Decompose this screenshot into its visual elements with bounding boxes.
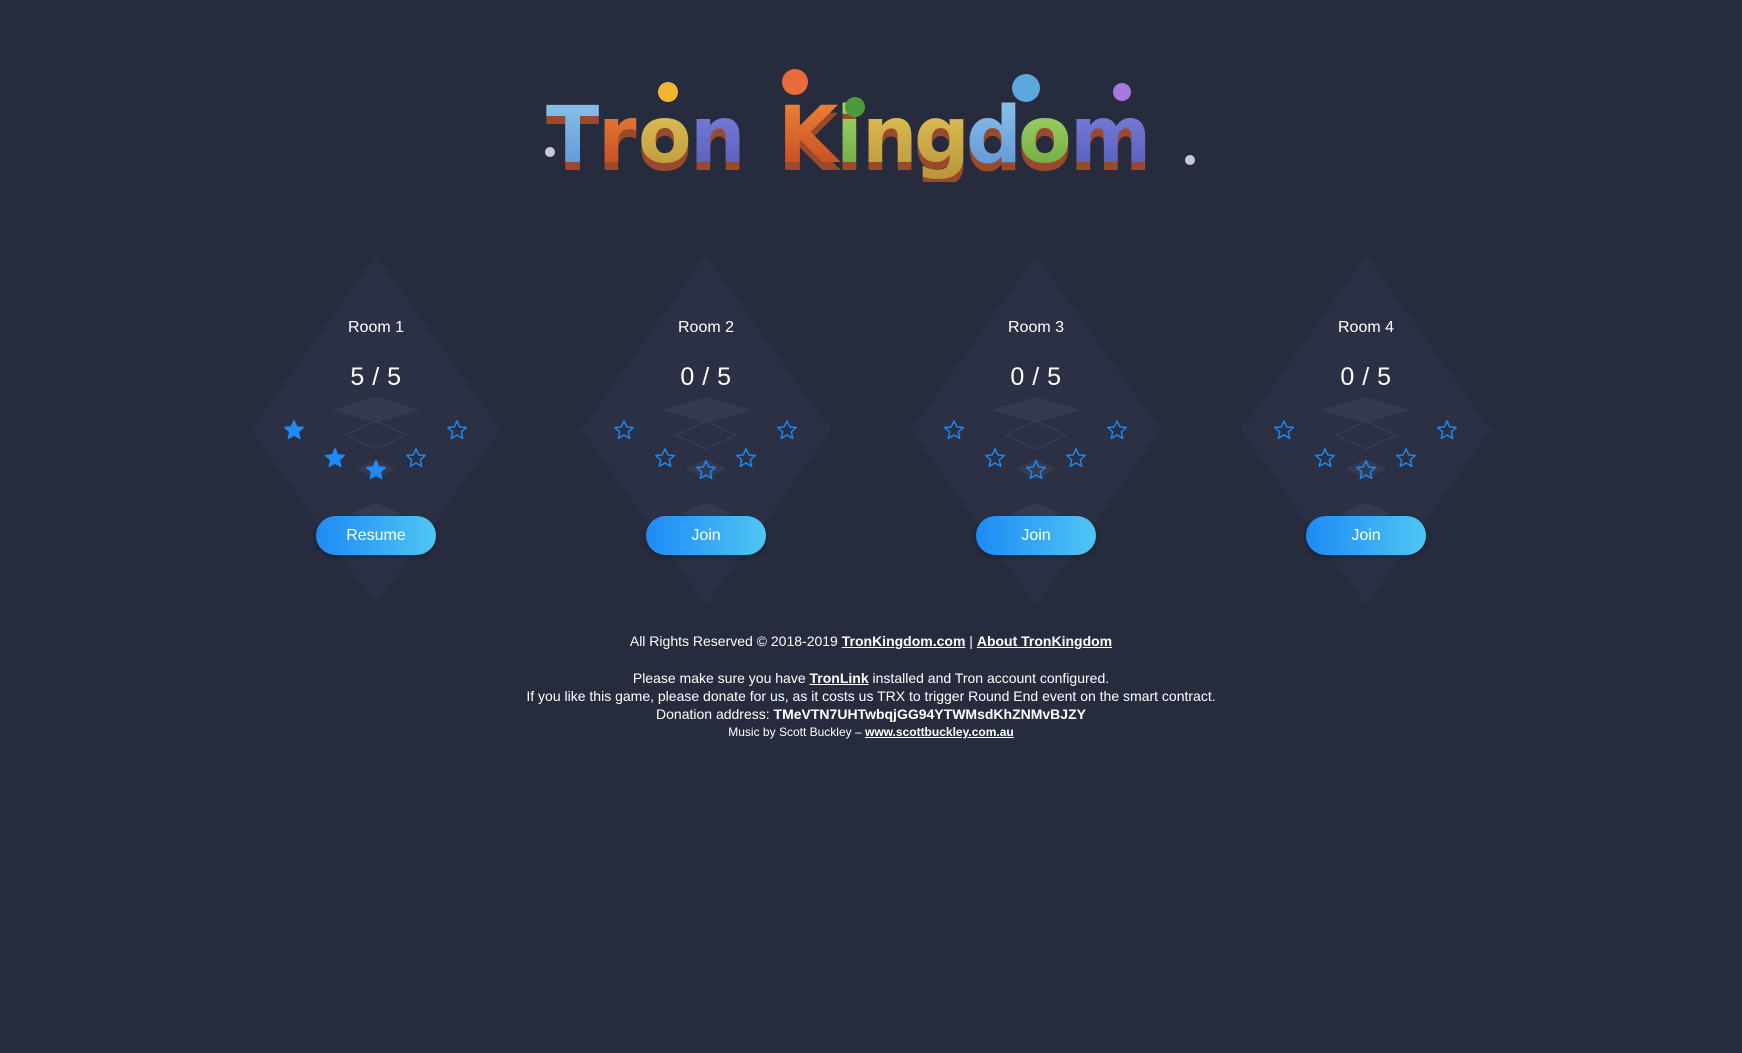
donate-text: If you like this game, please donate for… — [526, 688, 1216, 704]
room-title: Room 3 — [1007, 319, 1065, 336]
player-slot-star-icon — [283, 419, 305, 441]
player-slot-star-icon — [943, 419, 965, 441]
room-title: Room 1 — [347, 319, 405, 336]
player-slot-star-icon — [1106, 419, 1128, 441]
footer-info: Please make sure you have TronLink insta… — [0, 669, 1742, 741]
player-slot-star-icon — [365, 459, 387, 481]
page: T r o n K i n g d o m T r o n K i n g d … — [0, 0, 1742, 1053]
player-slot-star-icon — [776, 419, 798, 441]
svg-text:T: T — [546, 91, 599, 181]
footer-separator: | — [969, 633, 973, 649]
donation-line: Donation address: TMeVTN7UHTwbqjGG94YTWM… — [0, 705, 1742, 723]
tron-kingdom-logo: T r o n K i n g d o m T r o n K i n g d … — [540, 62, 1200, 189]
player-slot-star-icon — [654, 447, 676, 469]
room-card-3: Room 3 0 / 5 Join — [911, 255, 1161, 605]
tronlink-notice: Please make sure you have TronLink insta… — [0, 669, 1742, 687]
music-prefix: Music by Scott Buckley – — [728, 725, 862, 739]
svg-text:g: g — [914, 91, 970, 181]
resume-button[interactable]: Resume — [316, 516, 436, 555]
room-card-4: Room 4 0 / 5 Join — [1241, 255, 1491, 605]
svg-text:o: o — [1018, 91, 1072, 181]
player-slot-star-icon — [984, 447, 1006, 469]
player-slot-star-icon — [1025, 459, 1047, 481]
about-link[interactable]: About TronKingdom — [977, 633, 1112, 649]
svg-text:n: n — [690, 91, 746, 181]
tronlink-suffix: installed and Tron account configured. — [872, 670, 1110, 686]
join-button[interactable]: Join — [1306, 516, 1426, 555]
join-button[interactable]: Join — [976, 516, 1096, 555]
copyright-line: All Rights Reserved © 2018-2019 TronKing… — [0, 633, 1742, 649]
rights-text: All Rights Reserved © 2018-2019 — [629, 633, 838, 649]
music-credit: Music by Scott Buckley – www.scottbuckle… — [0, 723, 1742, 741]
donation-label: Donation address: — [656, 706, 770, 722]
player-slot-star-icon — [405, 447, 427, 469]
player-slot-star-icon — [695, 459, 717, 481]
music-link[interactable]: www.scottbuckley.com.au — [865, 725, 1014, 739]
player-slot-star-icon — [1314, 447, 1336, 469]
room-title: Room 2 — [677, 319, 735, 336]
donation-address: TMeVTN7UHTwbqjGG94YTWMsdKhZNMvBJZY — [773, 706, 1086, 722]
player-slot-star-icon — [735, 447, 757, 469]
svg-text:m: m — [1070, 91, 1151, 181]
room-player-count: 0 / 5 — [1340, 363, 1392, 391]
player-slot-star-icon — [1355, 459, 1377, 481]
room-card-2: Room 2 0 / 5 Join — [581, 255, 831, 605]
player-slot-star-icon — [446, 419, 468, 441]
room-list: Room 1 5 / 5 Resume Room 2 0 / 5 Join Ro… — [0, 255, 1742, 605]
room-card-1: Room 1 5 / 5 Resume — [251, 255, 501, 605]
svg-text:d: d — [966, 91, 1022, 181]
player-slot-star-icon — [1436, 419, 1458, 441]
room-player-count: 0 / 5 — [680, 363, 732, 391]
player-slot-star-icon — [324, 447, 346, 469]
svg-text:r: r — [598, 91, 637, 181]
svg-text:K: K — [778, 91, 841, 181]
room-player-count: 5 / 5 — [350, 363, 402, 391]
room-title: Room 4 — [1337, 319, 1395, 336]
tronlink-prefix: Please make sure you have — [632, 670, 806, 686]
svg-text:n: n — [862, 91, 918, 181]
room-player-count: 0 / 5 — [1010, 363, 1062, 391]
site-link[interactable]: TronKingdom.com — [842, 633, 966, 649]
player-slot-star-icon — [1065, 447, 1087, 469]
player-slot-star-icon — [613, 419, 635, 441]
svg-text:o: o — [638, 91, 692, 181]
tronlink-link[interactable]: TronLink — [810, 670, 869, 686]
player-slot-star-icon — [1395, 447, 1417, 469]
player-slot-star-icon — [1273, 419, 1295, 441]
join-button[interactable]: Join — [646, 516, 766, 555]
